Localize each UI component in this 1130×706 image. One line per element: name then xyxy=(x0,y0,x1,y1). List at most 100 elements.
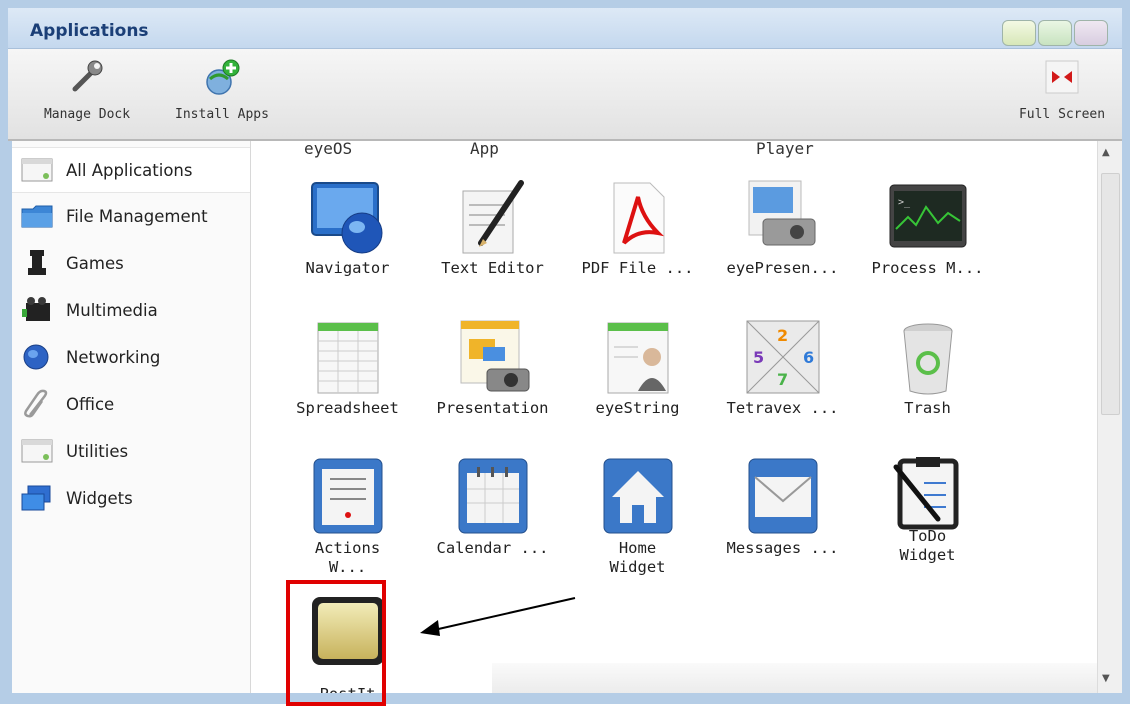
maximize-button[interactable] xyxy=(1038,20,1072,46)
sidebar-item-games[interactable]: Games xyxy=(12,241,250,285)
app-label: Process M... xyxy=(871,259,984,277)
app-label: Player xyxy=(756,141,814,158)
app-label: eyeOS xyxy=(304,141,353,158)
tetravex-number: 5 xyxy=(753,348,764,367)
sidebar-item-label: File Management xyxy=(66,206,208,226)
app-pdf-file[interactable]: PDF File ... xyxy=(565,177,710,278)
full-screen-button[interactable]: Full Screen xyxy=(1012,57,1112,122)
app-label: PDF File ... xyxy=(581,259,694,277)
app-label: eyeString xyxy=(595,399,680,417)
sidebar-item-label: Multimedia xyxy=(66,300,158,320)
envelope-icon xyxy=(743,457,823,537)
scrollbar-thumb[interactable] xyxy=(1101,173,1120,415)
app-label: Tetravex ... xyxy=(726,399,839,417)
actions-widget-icon xyxy=(308,457,388,537)
app-label: eyePresen... xyxy=(726,259,839,277)
install-apps-button[interactable]: Install Apps xyxy=(166,57,278,122)
sidebar-item-widgets[interactable]: Widgets xyxy=(12,476,250,520)
process-monitor-icon: >_ xyxy=(888,177,968,257)
calendar-icon xyxy=(453,457,533,537)
home-icon xyxy=(598,457,678,537)
minimize-button[interactable] xyxy=(1002,20,1036,46)
spreadsheet-icon xyxy=(308,317,388,397)
navigator-globe-icon xyxy=(308,177,388,257)
app-eyepresentation[interactable]: eyePresen... xyxy=(710,177,855,278)
applications-window: Applications Manage Dock Install Apps Fu… xyxy=(0,0,1130,706)
app-presentation[interactable]: Presentation xyxy=(420,317,565,418)
postit-highlight-box xyxy=(286,580,386,706)
app-label: App xyxy=(470,141,499,158)
tetravex-number: 7 xyxy=(777,370,788,389)
wrench-icon xyxy=(67,57,107,97)
app-label: Presentation xyxy=(436,399,549,417)
sidebar-item-utilities[interactable]: Utilities xyxy=(12,429,250,473)
tetravex-icon: 2 5 6 7 xyxy=(743,317,823,397)
app-todo-widget[interactable]: ToDo Widget xyxy=(855,457,1000,565)
sidebar-item-all-applications[interactable]: All Applications xyxy=(12,147,250,193)
tetravex-number: 2 xyxy=(777,326,788,345)
sidebar-item-multimedia[interactable]: Multimedia xyxy=(12,288,250,332)
app-label: Trash xyxy=(904,399,951,417)
install-apps-label: Install Apps xyxy=(175,107,269,122)
window-icon xyxy=(20,155,54,185)
app-text-editor[interactable]: Text Editor xyxy=(420,177,565,278)
sidebar-item-label: Widgets xyxy=(66,488,133,508)
tetravex-number: 6 xyxy=(803,348,814,367)
app-messages[interactable]: Messages ... xyxy=(710,457,855,558)
sidebar-item-label: Networking xyxy=(66,347,161,367)
app-label: Calendar ... xyxy=(436,539,549,557)
app-trash[interactable]: Trash xyxy=(855,317,1000,418)
trash-icon xyxy=(888,317,968,397)
widgets-icon xyxy=(20,483,54,513)
sidebar-item-file-management[interactable]: File Management xyxy=(12,194,250,238)
app-tetravex[interactable]: 2 5 6 7 Tetravex ... xyxy=(710,317,855,418)
app-eyestring[interactable]: eyeString xyxy=(565,317,710,418)
app-label: Actions W... xyxy=(314,539,381,576)
app-process-manager[interactable]: >_ Process M... xyxy=(855,177,1000,278)
app-navigator[interactable]: Navigator xyxy=(275,177,420,278)
chess-piece-icon xyxy=(20,248,54,278)
app-calendar[interactable]: Calendar ... xyxy=(420,457,565,558)
app-label: Home Widget xyxy=(609,539,666,576)
window-icon xyxy=(20,436,54,466)
app-label: Messages ... xyxy=(726,539,839,557)
app-label: Navigator xyxy=(305,259,390,277)
sidebar-item-label: Games xyxy=(66,253,124,273)
toolbar: Manage Dock Install Apps Full Screen xyxy=(8,49,1122,141)
todo-clipboard-icon xyxy=(888,457,968,537)
projector-icon xyxy=(743,177,823,257)
manage-dock-button[interactable]: Manage Dock xyxy=(28,57,146,122)
category-sidebar: All Applications File Management Games M… xyxy=(12,141,251,693)
app-home-widget[interactable]: Home Widget xyxy=(565,457,710,577)
vertical-scrollbar[interactable]: ▲ ▼ xyxy=(1097,141,1122,693)
eyestring-icon xyxy=(598,317,678,397)
sidebar-item-label: Utilities xyxy=(66,441,129,461)
pdf-icon xyxy=(598,177,678,257)
paperclip-icon xyxy=(20,389,54,419)
app-label: Spreadsheet xyxy=(296,399,399,417)
sidebar-item-office[interactable]: Office xyxy=(12,382,250,426)
scroll-down-icon[interactable]: ▼ xyxy=(1102,673,1110,684)
folder-icon xyxy=(20,201,54,231)
full-screen-label: Full Screen xyxy=(1018,107,1106,122)
app-actions-widget[interactable]: Actions W... xyxy=(275,457,420,577)
text-editor-pen-icon xyxy=(453,177,533,257)
app-spreadsheet[interactable]: Spreadsheet xyxy=(275,317,420,418)
film-icon xyxy=(20,295,54,325)
window-title: Applications xyxy=(30,21,149,41)
title-bar[interactable]: Applications xyxy=(8,8,1122,49)
app-label: Text Editor xyxy=(441,259,544,277)
svg-text:>_: >_ xyxy=(898,197,911,208)
sidebar-item-label: All Applications xyxy=(66,160,193,180)
annotation-arrow xyxy=(420,597,576,636)
manage-dock-label: Manage Dock xyxy=(43,107,131,122)
presentation-icon xyxy=(453,317,533,397)
sidebar-item-networking[interactable]: Networking xyxy=(12,335,250,379)
globe-icon xyxy=(20,342,54,372)
install-apps-icon xyxy=(202,57,242,97)
scroll-up-icon[interactable]: ▲ xyxy=(1102,147,1110,158)
close-button[interactable] xyxy=(1074,20,1108,46)
grid-bottom-bar xyxy=(492,663,1097,693)
sidebar-item-label: Office xyxy=(66,394,115,414)
full-screen-icon xyxy=(1042,57,1082,97)
